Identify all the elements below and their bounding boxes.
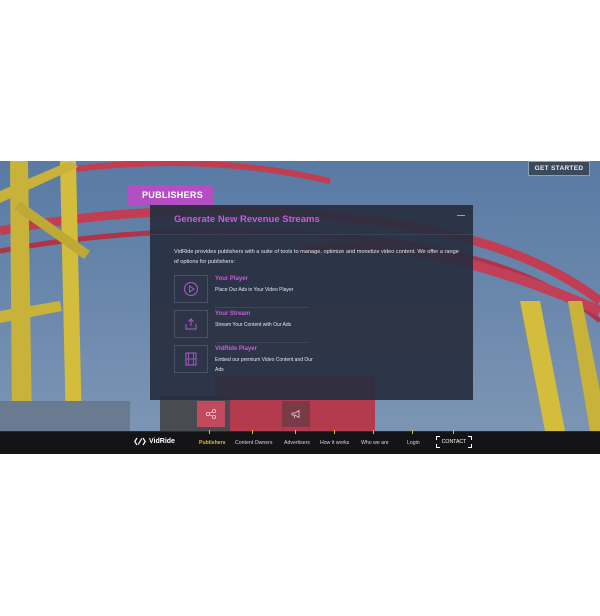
- nav-marker: [209, 430, 210, 434]
- option-divider: [215, 342, 308, 343]
- share-bubble[interactable]: [197, 401, 225, 427]
- option-title: Your Player: [215, 276, 248, 282]
- contact-button[interactable]: CONTACT: [436, 436, 472, 448]
- nav-link-how-it-works[interactable]: How it works: [320, 440, 349, 446]
- option-divider: [215, 307, 308, 308]
- nav-marker: [453, 430, 454, 434]
- nav-marker: [295, 430, 296, 434]
- option-description: Embed our premium Video Content and Our …: [215, 357, 313, 373]
- contact-label: CONTACT: [441, 439, 467, 445]
- nav-marker: [252, 430, 253, 434]
- nav-link-advertisers[interactable]: Advertisers: [284, 440, 310, 446]
- nav-link-publishers[interactable]: Publishers: [199, 440, 226, 446]
- option-description: Stream Your Content with Our Ads: [215, 322, 292, 328]
- panel-title: Generate New Revenue Streams: [174, 214, 320, 225]
- panel-description: VidRide provides publishers with a suite…: [174, 249, 459, 265]
- collapse-icon[interactable]: [457, 215, 465, 216]
- section-tag: PUBLISHERS: [128, 185, 214, 205]
- share-icon: [205, 408, 217, 420]
- nav-marker: [334, 430, 335, 434]
- vidride-logo-icon: [134, 437, 146, 446]
- upload-icon: [174, 310, 208, 338]
- main-navbar: VidRide Publishers Content Owners Advert…: [0, 430, 600, 454]
- navbar-top-rule: [0, 431, 600, 432]
- nav-link-who-we-are[interactable]: Who we are: [361, 440, 389, 446]
- nav-link-login[interactable]: Login: [407, 440, 420, 446]
- nav-marker: [373, 430, 374, 434]
- option-vidride-player[interactable]: VidRide Player Embed our premium Video C…: [174, 345, 313, 379]
- option-your-player[interactable]: Your Player Place Our Ads in Your Video …: [174, 275, 308, 309]
- option-title: Your Stream: [215, 311, 251, 317]
- option-description: Place Our Ads in Your Video Player: [215, 287, 294, 293]
- logo-text: VidRide: [149, 438, 175, 445]
- play-icon: [174, 275, 208, 303]
- option-your-stream[interactable]: Your Stream Stream Your Content with Our…: [174, 310, 308, 344]
- nav-marker: [412, 430, 413, 434]
- option-title: VidRide Player: [215, 346, 257, 352]
- nav-link-content-owners[interactable]: Content Owners: [235, 440, 272, 446]
- megaphone-bubble[interactable]: [282, 401, 310, 427]
- get-started-button[interactable]: GET STARTED: [528, 161, 590, 176]
- film-icon: [174, 345, 208, 373]
- panel-divider: [150, 234, 473, 235]
- logo[interactable]: VidRide: [134, 437, 175, 446]
- info-panel: Generate New Revenue Streams VidRide pro…: [150, 205, 473, 400]
- megaphone-icon: [291, 409, 300, 419]
